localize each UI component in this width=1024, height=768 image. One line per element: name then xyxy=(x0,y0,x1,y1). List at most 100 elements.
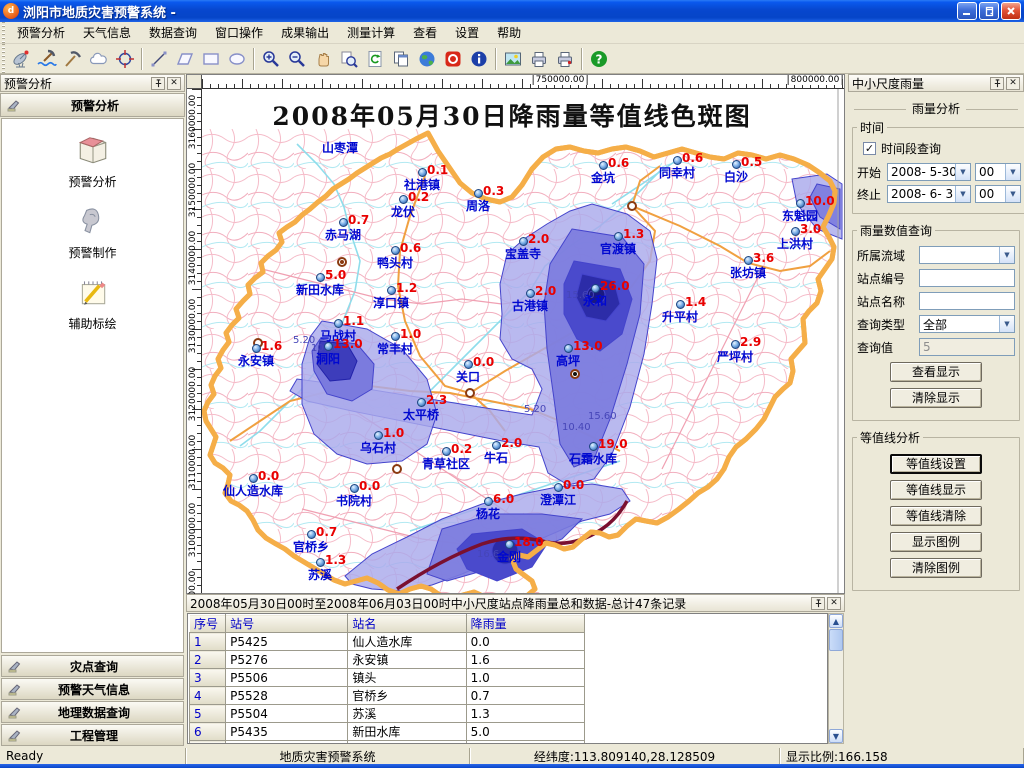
pin-icon[interactable] xyxy=(151,77,165,90)
contour-button[interactable]: 等值线显示 xyxy=(890,480,982,500)
scroll-thumb[interactable] xyxy=(829,629,843,651)
table-column-header[interactable]: 序号 xyxy=(190,615,226,633)
chevron-down-icon[interactable]: ▼ xyxy=(955,164,970,180)
station-data-table[interactable]: 序号站号站名降雨量1P5425仙人造水库0.02P5276永安镇1.63P550… xyxy=(187,613,828,744)
draw-rectangle-icon[interactable] xyxy=(198,46,224,72)
table-row[interactable]: 1P5425仙人造水库0.0 xyxy=(190,633,585,651)
table-scrollbar[interactable]: ▲ ▼ xyxy=(828,613,844,744)
menu-item-5[interactable]: 成果输出 xyxy=(272,21,338,44)
data-cell: P5504 xyxy=(226,705,348,723)
info-icon[interactable] xyxy=(466,46,492,72)
menu-item-2[interactable]: 天气信息 xyxy=(74,21,140,44)
menu-item-8[interactable]: 设置 xyxy=(446,21,488,44)
query-select-1[interactable]: ▼ xyxy=(919,246,1015,264)
refresh-map-icon[interactable] xyxy=(362,46,388,72)
menu-item-1[interactable]: 预警分析 xyxy=(8,21,74,44)
table-row[interactable]: 6P5435新田水库5.0 xyxy=(190,723,585,741)
zoom-out-icon[interactable] xyxy=(284,46,310,72)
data-cell: 5.0 xyxy=(466,723,584,741)
stop-icon[interactable] xyxy=(440,46,466,72)
end-date-select[interactable]: 2008- 6- 3 ▼ xyxy=(887,185,971,203)
table-column-header[interactable]: 降雨量 xyxy=(466,615,584,633)
scroll-up-icon[interactable]: ▲ xyxy=(829,614,843,628)
close-icon[interactable]: ✕ xyxy=(827,597,841,610)
chevron-down-icon[interactable]: ▼ xyxy=(1005,164,1020,180)
copy-map-icon[interactable] xyxy=(388,46,414,72)
end-hour-select[interactable]: 00 ▼ xyxy=(975,185,1021,203)
pin-icon[interactable] xyxy=(811,597,825,610)
show-display-button[interactable]: 查看显示 xyxy=(890,362,982,382)
disaster-survey-icon[interactable] xyxy=(34,46,60,72)
query-input-2[interactable] xyxy=(919,269,1015,287)
left-bar-4[interactable]: 工程管理 xyxy=(1,724,184,746)
pan-hand-icon[interactable] xyxy=(310,46,336,72)
menu-item-3[interactable]: 数据查询 xyxy=(140,21,206,44)
table-row[interactable]: 3P5506镇头1.0 xyxy=(190,669,585,687)
print-icon[interactable] xyxy=(526,46,552,72)
print-preview-icon[interactable] xyxy=(552,46,578,72)
locate-target-icon[interactable] xyxy=(112,46,138,72)
left-nav-2[interactable]: 预警制作 xyxy=(33,204,153,261)
menu-grip[interactable] xyxy=(0,22,8,43)
draw-line-icon[interactable] xyxy=(146,46,172,72)
draw-polygon-icon[interactable] xyxy=(172,46,198,72)
book-icon xyxy=(76,133,110,170)
query-input-3[interactable] xyxy=(919,292,1015,310)
clear-display-button[interactable]: 清除显示 xyxy=(890,388,982,408)
help-icon[interactable]: ? xyxy=(586,46,612,72)
data-cell: 0.0 xyxy=(466,633,584,651)
export-image-icon[interactable] xyxy=(500,46,526,72)
menu-item-4[interactable]: 窗口操作 xyxy=(206,21,272,44)
contour-button[interactable]: 清除图例 xyxy=(890,558,982,578)
chevron-down-icon[interactable]: ▼ xyxy=(955,186,970,202)
scroll-down-icon[interactable]: ▼ xyxy=(829,729,843,743)
chevron-down-icon[interactable]: ▼ xyxy=(1005,186,1020,202)
zoom-in-icon[interactable] xyxy=(258,46,284,72)
minimize-button[interactable] xyxy=(957,2,977,20)
zoom-extent-icon[interactable] xyxy=(336,46,362,72)
data-cell: 1.0 xyxy=(466,669,584,687)
close-icon[interactable]: ✕ xyxy=(167,77,181,90)
notepad-pencil-icon xyxy=(76,275,110,312)
query-select-4[interactable]: 全部▼ xyxy=(919,315,1015,333)
table-row[interactable]: 2P5276永安镇1.6 xyxy=(190,651,585,669)
map-canvas[interactable]: 2008年05月30日降雨量等值线色斑图 5.2010.4015.605.201… xyxy=(202,89,844,593)
table-row[interactable]: 5P5504苏溪1.3 xyxy=(190,705,585,723)
weather-cloud-icon[interactable] xyxy=(86,46,112,72)
left-nav-1[interactable]: 预警分析 xyxy=(33,133,153,190)
left-bar-1[interactable]: 灾点查询 xyxy=(1,655,184,677)
left-bar-2[interactable]: 预警天气信息 xyxy=(1,678,184,700)
left-group-header[interactable]: 预警分析 xyxy=(0,93,185,117)
left-nav-3[interactable]: 辅助标绘 xyxy=(33,275,153,332)
close-icon[interactable]: ✕ xyxy=(1006,77,1020,90)
pick-tool-icon[interactable] xyxy=(60,46,86,72)
table-column-header[interactable]: 站名 xyxy=(348,615,466,633)
close-button[interactable] xyxy=(1001,2,1021,20)
draw-ellipse-icon[interactable] xyxy=(224,46,250,72)
left-bar-3[interactable]: 地理数据查询 xyxy=(1,701,184,723)
menu-item-7[interactable]: 查看 xyxy=(404,21,446,44)
start-label: 开始 xyxy=(857,164,887,181)
menu-item-9[interactable]: 帮助 xyxy=(488,21,530,44)
app-icon: d xyxy=(3,3,19,19)
contour-button[interactable]: 等值线清除 xyxy=(890,506,982,526)
start-hour-select[interactable]: 00 ▼ xyxy=(975,163,1021,181)
restore-button[interactable] xyxy=(979,2,999,20)
menu-item-6[interactable]: 测量计算 xyxy=(338,21,404,44)
contour-button[interactable]: 显示图例 xyxy=(890,532,982,552)
table-row[interactable]: 4P5528官桥乡0.7 xyxy=(190,687,585,705)
table-panel: 2008年05月30日00时至2008年06月03日00时中小尺度站点降雨量总和… xyxy=(186,594,845,746)
table-column-header[interactable]: 站号 xyxy=(226,615,348,633)
toolbar-grip[interactable] xyxy=(0,44,8,73)
globe-icon[interactable] xyxy=(414,46,440,72)
data-cell: 仙人造水库 xyxy=(348,633,466,651)
chevron-down-icon[interactable]: ▼ xyxy=(999,247,1014,263)
chevron-down-icon[interactable]: ▼ xyxy=(999,316,1014,332)
contour-button[interactable]: 等值线设置 xyxy=(890,454,982,474)
seal-icon xyxy=(8,729,23,742)
time-range-checkbox[interactable]: ✓ xyxy=(863,142,876,155)
table-row[interactable]: 7P5310洞阳13.0 xyxy=(190,741,585,745)
warning-analysis-icon[interactable] xyxy=(8,46,34,72)
start-date-select[interactable]: 2008- 5-30 ▼ xyxy=(887,163,971,181)
pin-icon[interactable] xyxy=(990,77,1004,90)
